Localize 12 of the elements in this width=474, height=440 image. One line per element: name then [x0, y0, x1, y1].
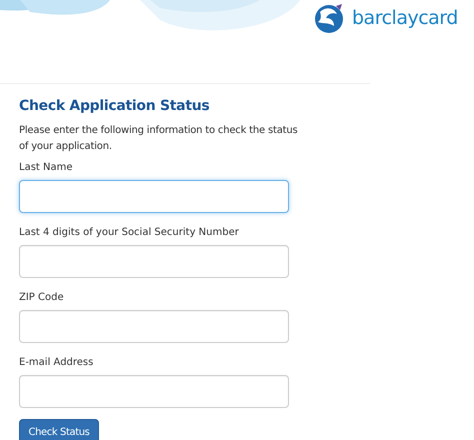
input-field[interactable] — [19, 245, 289, 278]
input-field[interactable] — [19, 180, 289, 213]
check-status-button[interactable]: Check Status — [19, 419, 99, 440]
page-title: Check Application Status — [19, 97, 210, 115]
intro-text: Please enter the following information to check the status of your application. — [19, 124, 298, 154]
brand-logo: barclaycard — [352, 7, 458, 29]
field-label: E-mail Address — [19, 356, 94, 369]
input-field[interactable] — [19, 375, 289, 408]
field-label: Last Name — [19, 161, 74, 174]
input-field[interactable] — [19, 310, 289, 343]
field-label: ZIP Code — [19, 291, 65, 304]
field-label: Last 4 digits of your Social Security Number — [19, 226, 240, 239]
